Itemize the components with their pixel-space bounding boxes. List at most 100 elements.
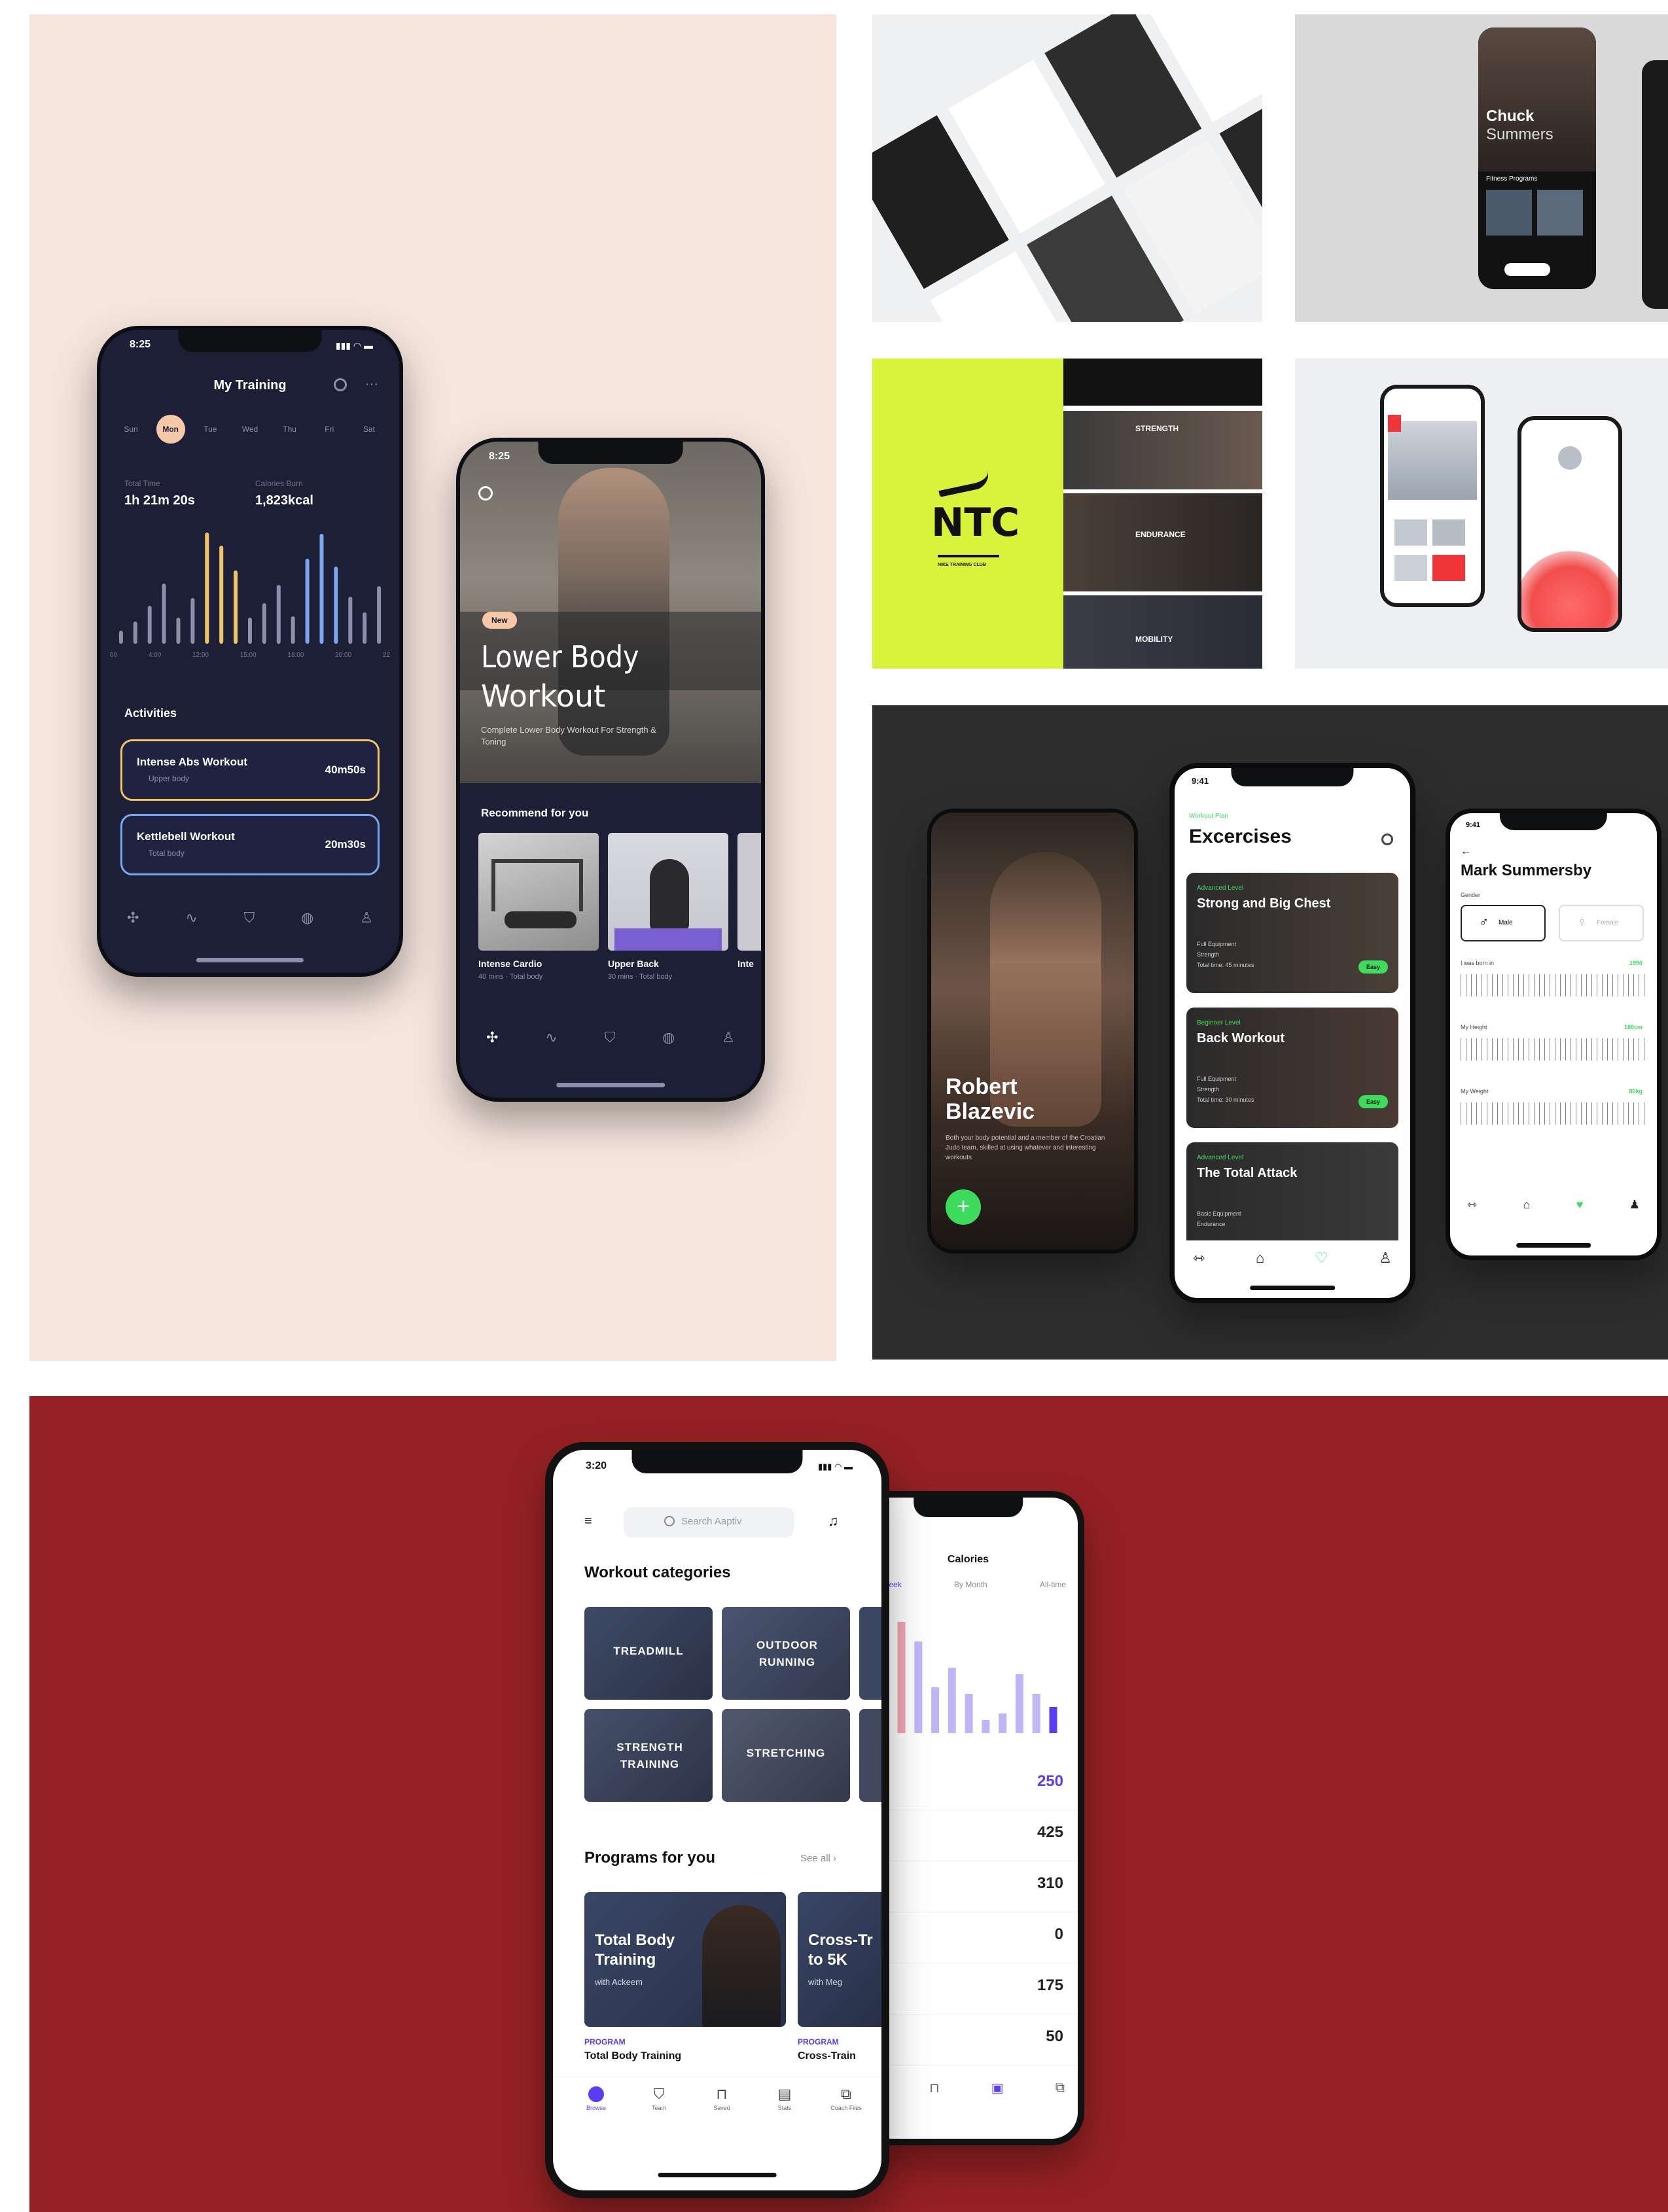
calorie-row[interactable]: May 13175 <box>859 1963 1078 2014</box>
calorie-row[interactable]: Jun 10250 <box>859 1759 1078 1810</box>
bookmark-icon[interactable]: ⊓ <box>929 2080 940 2096</box>
activity-card[interactable]: Kettlebell Workout Total body 20m30s <box>120 814 380 875</box>
status-time: 9:41 <box>1192 776 1209 786</box>
calorie-row[interactable]: May 27310 <box>859 1861 1078 1912</box>
recommend-card[interactable] <box>478 833 599 951</box>
globe-icon[interactable]: ◍ <box>301 909 313 926</box>
phone-dial <box>1517 416 1622 632</box>
search-input[interactable]: Search Aaptiv <box>624 1507 794 1537</box>
files-icon[interactable]: ⧉ <box>1056 2080 1065 2096</box>
category-tile[interactable] <box>859 1607 881 1700</box>
tab-saved[interactable]: ⊓ Saved <box>702 2086 741 2112</box>
gender-female-option[interactable]: ♀ Female <box>1559 905 1644 941</box>
globe-icon[interactable]: ◍ <box>662 1029 675 1046</box>
total-time-label: Total Time <box>124 479 160 488</box>
see-all-link[interactable]: See all › <box>800 1853 836 1864</box>
card-badge[interactable]: Easy <box>1358 1095 1388 1108</box>
tab-browse[interactable]: Browse <box>577 2086 616 2111</box>
category-tile[interactable]: TREADMILL <box>584 1607 713 1700</box>
category-tile[interactable]: STRETCHING <box>722 1709 850 1802</box>
category-tile[interactable]: STRENGTH TRAINING <box>584 1709 713 1802</box>
ntc-logo: NTC <box>931 500 1020 546</box>
day-pill[interactable]: Mon <box>156 415 185 444</box>
year-ruler[interactable] <box>1461 974 1646 996</box>
calorie-row[interactable]: Jun 3425 <box>859 1810 1078 1861</box>
program-card[interactable]: Total Body Training with Ackeem <box>584 1892 786 2027</box>
compass-icon[interactable]: ✣ <box>486 1029 498 1046</box>
profile-icon[interactable]: ♙ <box>360 909 373 926</box>
stats-icon[interactable]: ▣ <box>991 2080 1004 2096</box>
search-icon[interactable] <box>334 378 347 391</box>
category-tile[interactable]: OUTDOOR RUNNING <box>722 1607 850 1700</box>
program-card[interactable]: Cross-Tr to 5K with Meg <box>798 1892 881 2027</box>
bell-icon[interactable]: ♫ <box>828 1513 839 1530</box>
weight-ruler[interactable] <box>1461 1102 1646 1125</box>
dumbbell-icon[interactable]: ⇿ <box>1467 1198 1477 1212</box>
cloud-icon[interactable]: ⌂ <box>1256 1250 1264 1267</box>
cta-button[interactable] <box>1504 263 1550 276</box>
thumb <box>1394 519 1427 546</box>
shield-icon[interactable]: ⛉ <box>244 909 255 926</box>
home-indicator <box>658 2173 777 2177</box>
height-ruler[interactable] <box>1461 1038 1646 1061</box>
tab-label: Saved <box>713 2105 730 2111</box>
pulse-icon[interactable]: ∿ <box>185 909 197 926</box>
recommend-card[interactable] <box>737 833 761 951</box>
phone-my-training: 8:25 ▮▮▮ ◠ ▬ My Training ··· Sun Mon Tue We… <box>97 326 403 977</box>
home-indicator <box>196 958 304 962</box>
exercise-card[interactable]: Advanced Level Strong and Big Chest Full… <box>1186 873 1398 993</box>
search-icon[interactable] <box>1381 834 1393 845</box>
tab-by-month[interactable]: By Month <box>954 1580 987 1589</box>
nike-row[interactable]: MOBILITY <box>1063 595 1262 669</box>
compass-icon[interactable]: ✣ <box>127 909 139 926</box>
activity-card[interactable]: Intense Abs Workout Upper body 40m50s <box>120 739 380 801</box>
tab-team[interactable]: ⛉ Team <box>639 2086 679 2112</box>
activity-name: Kettlebell Workout <box>137 830 235 843</box>
filter-icon[interactable]: ≡ <box>584 1514 592 1529</box>
heart-icon[interactable]: ♥ <box>1576 1198 1584 1212</box>
back-icon[interactable]: ← <box>1461 846 1471 858</box>
chuck-name-line1: Chuck <box>1486 107 1535 125</box>
recommend-card[interactable] <box>608 833 728 951</box>
thumb <box>1394 555 1427 581</box>
cloud-icon[interactable]: ⌂ <box>1523 1198 1530 1212</box>
more-icon[interactable]: ··· <box>365 377 378 392</box>
exercise-card[interactable]: Advanced Level The Total Attack Basic Eq… <box>1186 1142 1398 1240</box>
add-button[interactable]: + <box>946 1189 981 1225</box>
heart-icon[interactable]: ♡ <box>1315 1250 1328 1267</box>
profile-icon[interactable]: ♙ <box>1379 1250 1392 1267</box>
card-info: Strength <box>1197 1086 1220 1093</box>
profile-icon[interactable]: ♟ <box>1629 1198 1640 1212</box>
day-pill[interactable]: Thu <box>275 415 304 444</box>
tab-all-time[interactable]: All-time <box>1040 1580 1066 1589</box>
day-pill[interactable]: Sun <box>116 415 145 444</box>
pulse-icon[interactable]: ∿ <box>545 1029 557 1046</box>
activity-tag: Total body <box>149 849 185 858</box>
height-value: 180cm <box>1624 1024 1642 1030</box>
card-badge[interactable]: Easy <box>1358 960 1388 974</box>
day-pill[interactable]: Fri <box>315 415 344 444</box>
tile-light-phones <box>1295 359 1668 669</box>
born-label: I was born in <box>1461 960 1495 966</box>
day-pill[interactable]: Wed <box>236 415 264 444</box>
day-pill[interactable]: Sat <box>355 415 383 444</box>
nike-row[interactable]: ENDURANCE <box>1063 493 1262 591</box>
profile-icon[interactable]: ♙ <box>722 1029 735 1046</box>
tab-coach-files[interactable]: ⧉ Coach Files <box>823 2086 870 2112</box>
tab-stats[interactable]: ▤ Stats <box>765 2086 804 2112</box>
weight-label: My Weight <box>1461 1088 1489 1095</box>
category-tile[interactable] <box>859 1709 881 1802</box>
nike-row[interactable]: STRENGTH <box>1063 411 1262 489</box>
search-icon[interactable] <box>478 486 493 500</box>
shield-icon[interactable]: ⛉ <box>605 1029 616 1046</box>
phone-run <box>1380 385 1485 607</box>
dumbbell-icon[interactable]: ⇿ <box>1193 1250 1205 1267</box>
calorie-row[interactable]: May 650 <box>859 2014 1078 2065</box>
status-time: 8:25 <box>130 339 151 350</box>
day-pill[interactable]: Tue <box>196 415 224 444</box>
home-indicator <box>1516 1243 1591 1248</box>
calorie-row[interactable]: May 200 <box>859 1912 1078 1963</box>
program-name: Total Body Training <box>584 2050 682 2062</box>
exercise-card[interactable]: Beginner Level Back Workout Full Equipme… <box>1186 1008 1398 1128</box>
gender-male-option[interactable]: ♂ Male <box>1461 905 1546 941</box>
